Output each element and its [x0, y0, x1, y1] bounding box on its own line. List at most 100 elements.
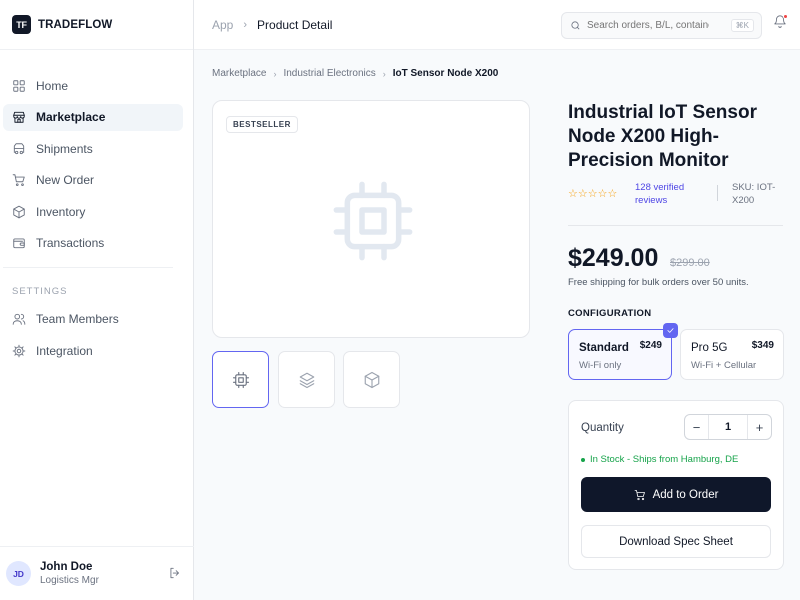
sidebar-item-transactions[interactable]: Transactions: [3, 230, 183, 257]
option-price: $249: [639, 340, 662, 351]
cart-icon: [634, 489, 645, 500]
star-rating: ☆☆☆☆☆: [568, 188, 618, 200]
option-price: $349: [751, 340, 774, 351]
sidebar-item-marketplace[interactable]: Marketplace: [3, 103, 183, 131]
divider: [568, 225, 783, 226]
divider: [717, 185, 718, 201]
users-icon: [12, 313, 26, 325]
chip-icon: [232, 371, 249, 388]
brand-logo: TF: [12, 15, 31, 34]
sidebar-item-team-members[interactable]: Team Members: [3, 306, 183, 333]
layers-icon: [299, 372, 314, 388]
option-description: Wi-Fi + Cellular: [691, 360, 757, 371]
topbar: App › Product Detail ⌘K: [194, 0, 800, 50]
logout-icon: [170, 567, 179, 579]
search-input[interactable]: [587, 20, 709, 31]
chevron-right-icon: ›: [273, 68, 277, 79]
wallet-icon: [13, 238, 25, 249]
breadcrumb-marketplace[interactable]: Marketplace: [212, 68, 266, 79]
search-icon: [571, 21, 580, 30]
box-icon: [13, 205, 25, 218]
breadcrumb-product: IoT Sensor Node X200: [392, 68, 499, 79]
product-image-card: BESTSELLER: [212, 100, 530, 338]
gear-icon: [12, 344, 26, 357]
cart-icon: [12, 174, 25, 187]
rating-row: ☆☆☆☆☆ 128 verified reviews SKU: IOT-X200: [568, 180, 783, 208]
thumbnail-2[interactable]: [278, 351, 335, 408]
price: $249.00: [568, 244, 659, 272]
bestseller-badge: BESTSELLER: [226, 116, 298, 133]
truck-icon: [13, 142, 25, 154]
user-info: John Doe Logistics Mgr: [40, 561, 99, 586]
stock-text: In Stock - Ships from Hamburg, DE: [590, 454, 739, 465]
breadcrumb: Marketplace › Industrial Electronics › I…: [212, 68, 498, 79]
settings-section-label: SETTINGS: [12, 285, 68, 297]
sku-label: SKU: IOT-X200: [732, 182, 776, 206]
user-name: John Doe: [40, 561, 93, 573]
sidebar-item-label: Inventory: [36, 204, 86, 219]
product-image: [329, 177, 417, 265]
download-spec-sheet-button[interactable]: Download Spec Sheet: [581, 525, 771, 558]
logout-button[interactable]: [168, 566, 182, 580]
selected-check: [663, 323, 678, 338]
brand[interactable]: TF TRADEFLOW: [0, 0, 193, 50]
sidebar-item-label: Marketplace: [36, 110, 106, 124]
old-price: $299.00: [670, 257, 710, 269]
chevron-right-icon: ›: [382, 68, 386, 79]
shipping-note: Free shipping for bulk orders over 50 un…: [568, 277, 749, 288]
thumbnail-1[interactable]: [212, 351, 269, 408]
check-icon: [667, 328, 674, 333]
breadcrumb-current: Product Detail: [257, 17, 333, 32]
notifications-button[interactable]: [773, 14, 789, 30]
increase-button[interactable]: +: [747, 415, 771, 439]
shortcut-hint: ⌘K: [730, 19, 754, 32]
grid-icon: [13, 79, 25, 92]
sidebar-item-new-order[interactable]: New Order: [3, 167, 183, 194]
thumbnail-3[interactable]: [343, 351, 400, 408]
option-name: Pro 5G: [691, 342, 728, 354]
sidebar-item-label: Transactions: [36, 236, 105, 250]
sidebar: TF TRADEFLOW Home Marketplace Shipments …: [0, 0, 194, 600]
decrease-button[interactable]: −: [685, 415, 709, 439]
settings-nav: Team Members Integration: [0, 306, 193, 365]
option-name: Standard: [579, 342, 629, 354]
breadcrumb-app[interactable]: App: [212, 18, 233, 32]
sidebar-item-label: Integration: [36, 343, 93, 358]
main-nav: Home Marketplace Shipments New Order Inv…: [0, 50, 193, 268]
reviews-link[interactable]: 128 verified reviews: [635, 181, 701, 207]
chip-icon: [333, 181, 413, 261]
sidebar-item-label: Shipments: [36, 141, 93, 156]
top-breadcrumb: App › Product Detail: [212, 18, 332, 32]
notification-dot: [783, 14, 788, 19]
sidebar-item-shipments[interactable]: Shipments: [3, 135, 183, 162]
quantity-value[interactable]: 1: [709, 415, 747, 439]
button-label: Add to Order: [652, 488, 719, 501]
configuration-label: CONFIGURATION: [568, 308, 652, 319]
stock-status: In Stock - Ships from Hamburg, DE: [581, 454, 738, 465]
sidebar-item-label: Home: [36, 78, 69, 93]
status-dot: [581, 457, 585, 462]
sidebar-item-integration[interactable]: Integration: [3, 337, 183, 364]
user-role: Logistics Mgr: [40, 575, 99, 586]
option-standard[interactable]: Standard $249 Wi-Fi only: [568, 323, 678, 380]
sidebar-item-inventory[interactable]: Inventory: [3, 198, 183, 225]
option-pro-5g[interactable]: Pro 5G $349 Wi-Fi + Cellular: [680, 329, 784, 380]
brand-name: TRADEFLOW: [38, 18, 113, 31]
store-icon: [13, 111, 25, 123]
purchase-card: Quantity − 1 + In Stock - Ships from Ham…: [568, 400, 784, 570]
sidebar-item-label: New Order: [36, 173, 95, 187]
button-label: Download Spec Sheet: [619, 535, 733, 548]
product-title: Industrial IoT Sensor Node X200 High-Pre…: [568, 102, 757, 171]
user-profile[interactable]: JD John Doe Logistics Mgr: [0, 546, 194, 600]
cube-icon: [364, 371, 379, 388]
sidebar-item-home[interactable]: Home: [3, 72, 183, 99]
breadcrumb-category[interactable]: Industrial Electronics: [283, 68, 375, 79]
quantity-stepper: − 1 +: [684, 414, 772, 440]
quantity-label: Quantity: [581, 422, 624, 434]
sidebar-item-label: Team Members: [36, 312, 119, 326]
chevron-right-icon: ›: [243, 18, 248, 31]
option-description: Wi-Fi only: [579, 360, 622, 371]
add-to-order-button[interactable]: Add to Order: [581, 477, 771, 512]
avatar: JD: [6, 561, 31, 586]
search-box[interactable]: ⌘K: [561, 12, 762, 39]
